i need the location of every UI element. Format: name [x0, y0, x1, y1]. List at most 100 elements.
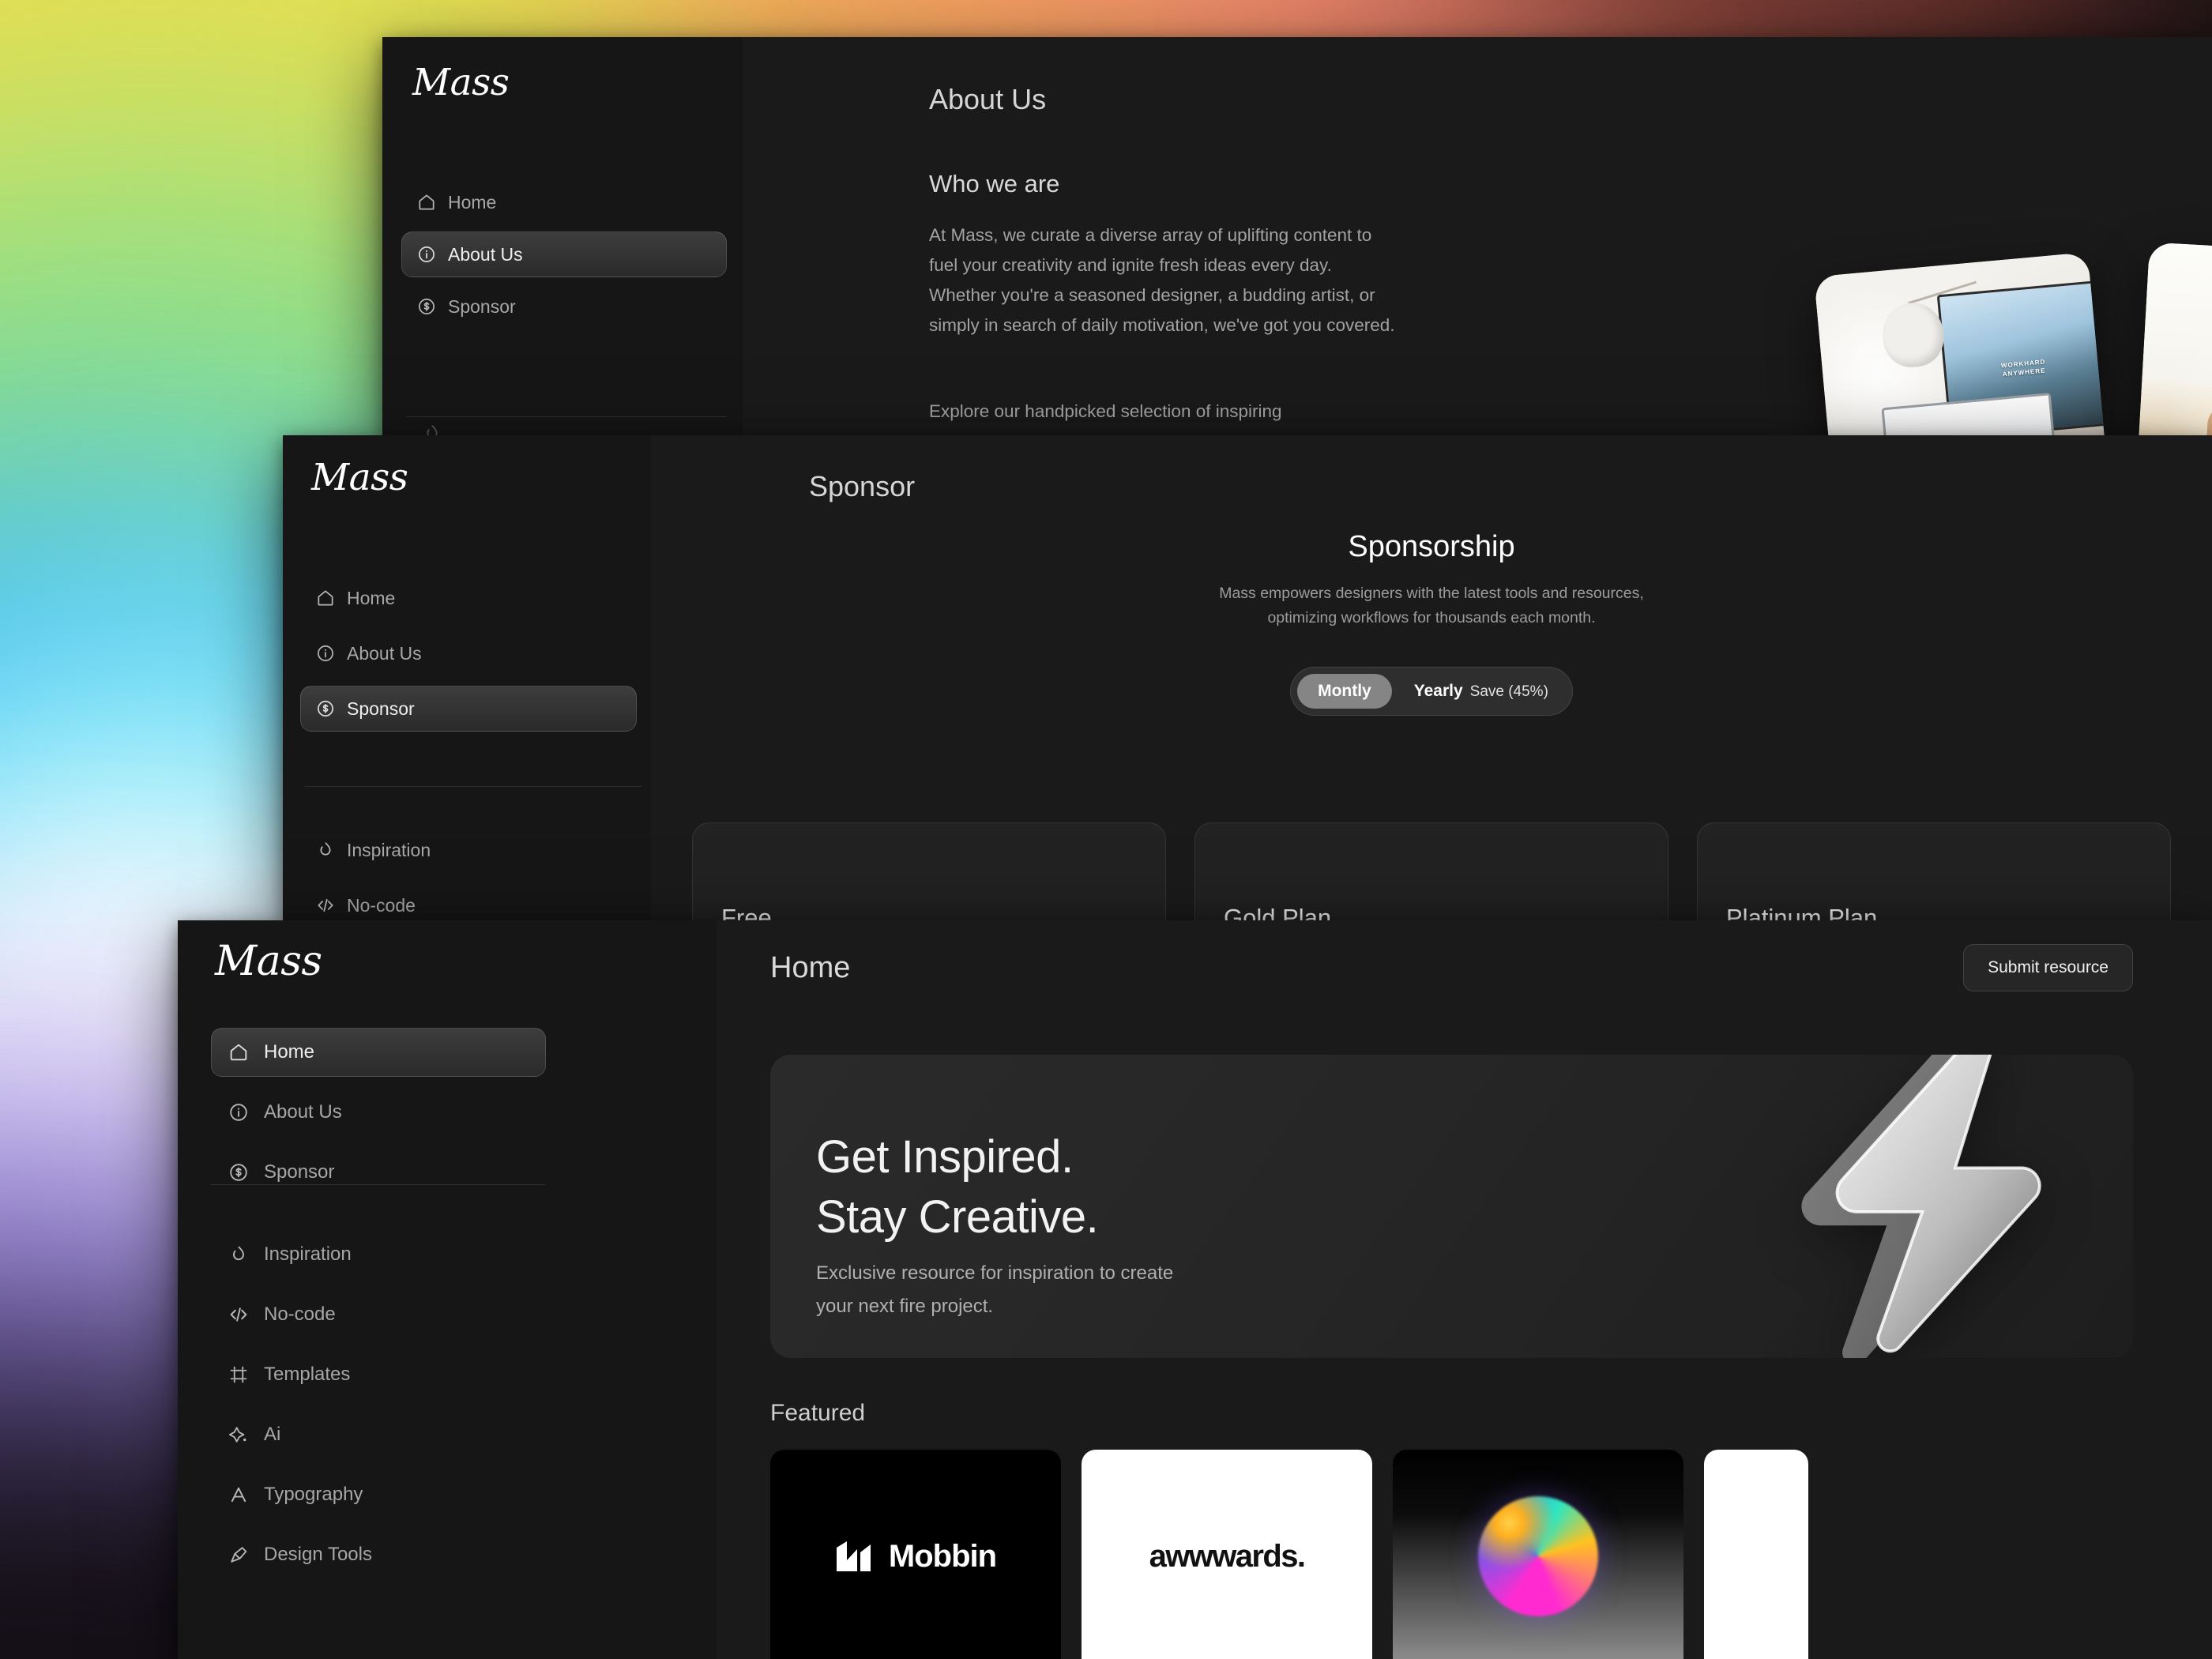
frame-icon — [228, 1364, 250, 1386]
sidebar-item-design-tools[interactable]: Design Tools — [211, 1530, 546, 1579]
sidebar-item-label: Sponsor — [264, 1161, 335, 1183]
brand-logo[interactable]: Mass — [311, 456, 408, 499]
hero-subtext-line-1: Exclusive resource for inspiration to cr… — [816, 1262, 1174, 1284]
sidebar-item-home[interactable]: Home — [211, 1028, 546, 1077]
home-topbar: Home Submit resource — [717, 920, 2212, 1015]
brand-logo[interactable]: Mass — [412, 61, 510, 104]
plan-card-gold[interactable]: Gold Plan Premium Access — [1194, 822, 1668, 920]
sidebar-item-label: Typography — [264, 1484, 363, 1505]
about-content: About Us Who we are At Mass, we curate a… — [743, 37, 2212, 438]
code-brackets-icon — [228, 1304, 250, 1326]
home-sidebar-nav-secondary: Inspiration No-code Templates Ai Typogra… — [211, 1230, 546, 1579]
plan-name: Free — [721, 904, 772, 920]
about-app-shell: Mass Home About Us Sponsor About Us Who … — [382, 37, 2212, 438]
billing-monthly-option[interactable]: Montly — [1297, 674, 1392, 709]
flame-icon — [228, 1243, 250, 1266]
home-icon — [315, 588, 336, 608]
sidebar-item-about-us[interactable]: About Us — [211, 1088, 546, 1137]
sidebar-item-label: About Us — [448, 243, 523, 265]
sidebar-item-ai[interactable]: Ai — [211, 1410, 546, 1459]
billing-period-toggle[interactable]: Montly Yearly Save (45%) — [1290, 667, 1573, 716]
sidebar-item-label: No-code — [347, 894, 416, 916]
home-content: Home Submit resource Get Inspired. Stay … — [717, 920, 2212, 1659]
sidebar-item-typography[interactable]: Typography — [211, 1470, 546, 1519]
sidebar-item-label: Inspiration — [264, 1243, 352, 1265]
sidebar-item-home[interactable]: Home — [300, 575, 637, 621]
dollar-circle-icon — [315, 698, 336, 719]
sidebar-item-label: Home — [347, 587, 396, 608]
hero-banner: Get Inspired. Stay Creative. Exclusive r… — [770, 1055, 2133, 1358]
sponsorship-subtitle: Mass empowers designers with the latest … — [1219, 585, 1644, 626]
hero-subtext: Exclusive resource for inspiration to cr… — [816, 1257, 1173, 1323]
sponsor-sidebar-nav-secondary: Inspiration No-code — [300, 827, 637, 920]
plan-name: Platinum Plan — [1726, 904, 1878, 920]
plan-card-platinum[interactable]: Platinum Plan Premium Access — [1697, 822, 2171, 920]
sidebar-item-no-code[interactable]: No-code — [211, 1290, 546, 1339]
monitor-screen-text: WORKHARD ANYWHERE — [2000, 358, 2046, 378]
mobbin-logo-icon — [836, 1541, 871, 1571]
page-title: Sponsor — [809, 470, 916, 502]
sponsor-app-shell: Mass Home About Us Sponsor Inspiration N… — [283, 435, 2212, 920]
sidebar-item-label: About Us — [347, 642, 422, 664]
billing-yearly-label: Yearly — [1413, 682, 1463, 700]
sidebar-item-sponsor[interactable]: Sponsor — [300, 686, 637, 732]
brand-logo[interactable]: Mass — [215, 938, 322, 985]
sidebar-item-no-code[interactable]: No-code — [300, 882, 637, 920]
sidebar-item-about-us[interactable]: About Us — [401, 231, 727, 277]
sponsor-sidebar: Mass Home About Us Sponsor Inspiration N… — [283, 435, 651, 920]
sidebar-item-sponsor[interactable]: Sponsor — [401, 284, 727, 329]
featured-card-blank[interactable] — [1704, 1450, 1808, 1659]
home-sidebar-nav-primary: Home About Us Sponsor — [211, 1028, 546, 1197]
sidebar-divider — [406, 416, 727, 417]
sidebar-item-label: Sponsor — [448, 295, 516, 317]
sponsor-content: Sponsor Sponsorship Mass empowers design… — [651, 435, 2212, 920]
plan-name: Gold Plan — [1224, 904, 1332, 920]
sidebar-item-about-us[interactable]: About Us — [300, 630, 637, 676]
featured-card-title: Mobbin — [888, 1538, 997, 1574]
submit-resource-button[interactable]: Submit resource — [1963, 944, 2133, 991]
featured-card-awwwards[interactable]: awwwards. — [1082, 1450, 1372, 1659]
home-window: Mass Home About Us Sponsor Inspiration N… — [178, 920, 2212, 1659]
desk-lamp — [1879, 300, 1947, 370]
page-title: Home — [770, 950, 851, 984]
sponsorship-title: Sponsorship — [1348, 530, 1515, 563]
plan-card-free[interactable]: Free Premium Access — [692, 822, 1166, 920]
billing-yearly-save-badge: Save (45%) — [1469, 683, 1548, 700]
billing-yearly-option[interactable]: Yearly Save (45%) — [1397, 674, 1566, 709]
hero-subtext-line-2: your next fire project. — [816, 1296, 994, 1317]
sidebar-item-inspiration[interactable]: Inspiration — [300, 827, 637, 873]
featured-cards-row: Mobbin awwwards. — [770, 1450, 2212, 1659]
pricing-plans-row: Free Premium Access Gold Plan Premium Ac… — [692, 822, 2171, 920]
friends-sunset-photo — [2132, 242, 2212, 438]
featured-card-mobbin[interactable]: Mobbin — [770, 1450, 1061, 1659]
lightning-bolt-3d-icon — [1695, 1055, 2122, 1358]
sidebar-item-label: Home — [264, 1041, 315, 1063]
sparkle-icon — [228, 1424, 250, 1446]
sidebar-item-label: Ai — [264, 1424, 281, 1445]
about-us-window: Mass Home About Us Sponsor About Us Who … — [382, 37, 2212, 438]
featured-section-label: Featured — [770, 1400, 866, 1426]
info-circle-icon — [315, 643, 336, 664]
sidebar-item-templates[interactable]: Templates — [211, 1350, 546, 1399]
hero-heading-line-1: Get Inspired. — [816, 1131, 1074, 1183]
flame-icon — [315, 840, 336, 860]
about-paragraph-2: Explore our handpicked selection of insp… — [929, 401, 1282, 421]
home-sidebar: Mass Home About Us Sponsor Inspiration N… — [178, 920, 717, 1659]
gradient-sphere-icon — [1478, 1496, 1598, 1616]
sidebar-item-inspiration[interactable]: Inspiration — [211, 1230, 546, 1279]
info-circle-icon — [228, 1101, 250, 1123]
info-circle-icon — [416, 244, 437, 265]
sidebar-item-label: Sponsor — [347, 698, 415, 719]
home-icon — [416, 192, 437, 213]
about-paragraph-1: At Mass, we curate a diverse array of up… — [929, 225, 1395, 335]
sidebar-item-label: About Us — [264, 1101, 342, 1123]
sidebar-item-sponsor[interactable]: Sponsor — [211, 1148, 546, 1197]
sidebar-item-label: No-code — [264, 1304, 336, 1325]
dollar-circle-icon — [416, 296, 437, 317]
sidebar-item-home[interactable]: Home — [401, 179, 727, 225]
dollar-circle-icon — [228, 1161, 250, 1183]
workspace-desk-photo: WORKHARD ANYWHERE — [1814, 251, 2114, 438]
featured-card-gradient-sphere[interactable] — [1393, 1450, 1683, 1659]
featured-card-title: awwwards. — [1149, 1538, 1306, 1574]
sponsor-window: Mass Home About Us Sponsor Inspiration N… — [283, 435, 2212, 920]
